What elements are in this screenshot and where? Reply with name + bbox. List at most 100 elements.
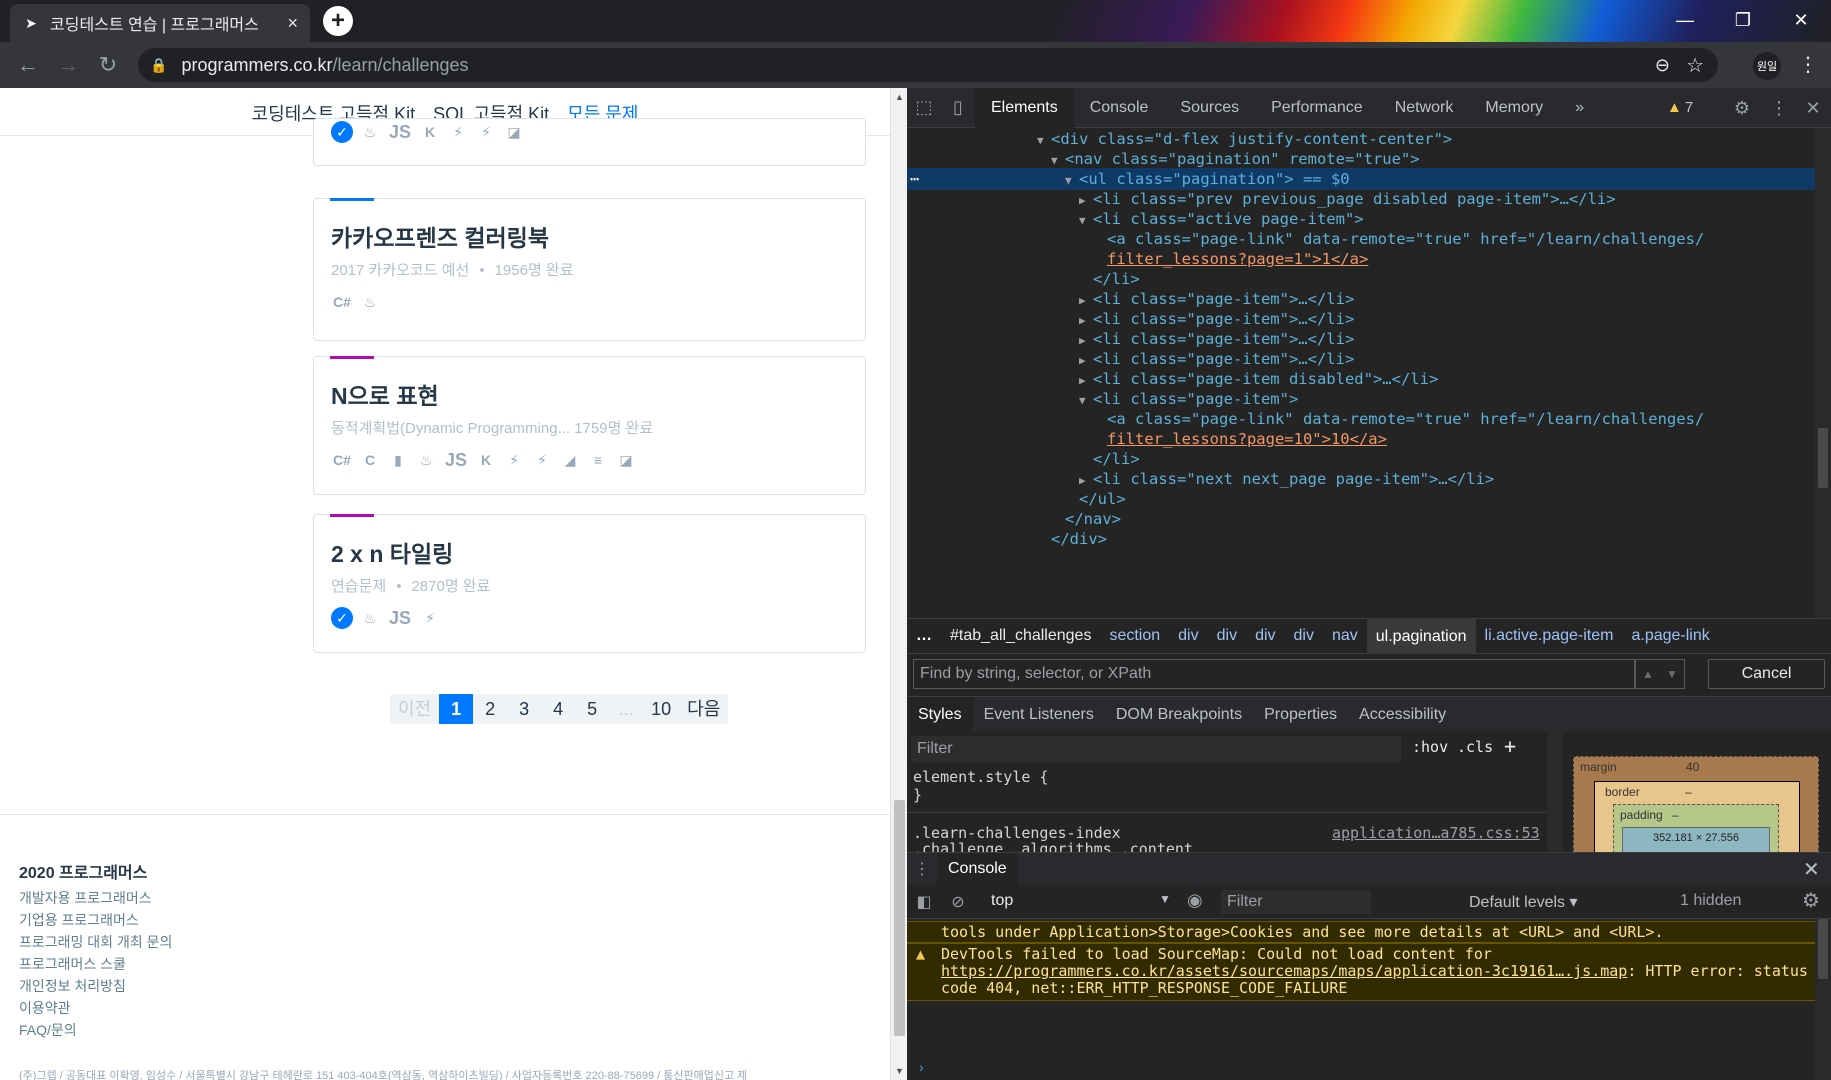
new-tab-button[interactable]: + — [323, 6, 353, 36]
pagination-page-4[interactable]: 4 — [541, 694, 575, 724]
dom-node[interactable]: ▼ <li class="active page-item"> — [1079, 208, 1364, 230]
footer-link[interactable]: 기업용 프로그래머스 — [19, 909, 172, 931]
challenge-title[interactable]: 2 x n 타일링 — [331, 535, 453, 569]
warnings-counter[interactable]: ▲ 7 — [1667, 88, 1693, 128]
device-toolbar-icon[interactable]: ▯ — [941, 88, 975, 128]
scroll-up-icon[interactable]: ▲ — [895, 92, 904, 102]
scroll-down-icon[interactable]: ▼ — [895, 1066, 904, 1076]
dom-node[interactable]: </li> — [1093, 268, 1140, 290]
tab-event-listeners[interactable]: Event Listeners — [973, 697, 1105, 733]
tab-elements[interactable]: Elements — [975, 88, 1074, 128]
breadcrumb-item[interactable]: a.page-link — [1622, 627, 1718, 645]
breadcrumb-item[interactable]: div — [1169, 627, 1207, 645]
dom-node[interactable]: </nav> — [1065, 508, 1121, 530]
inspect-element-icon[interactable]: ⬚ — [907, 88, 941, 128]
console-prompt[interactable]: › — [919, 1059, 924, 1075]
tab-console[interactable]: Console — [1074, 88, 1165, 128]
element-style-rule[interactable]: element.style { — [913, 768, 1048, 786]
dom-node[interactable]: ▼ <div class="d-flex justify-content-cent… — [1037, 128, 1452, 150]
dom-node[interactable]: ▶ <li class="next next_page page-item">…<… — [1079, 468, 1494, 490]
profile-avatar[interactable]: 원일 — [1753, 52, 1781, 80]
sourcemap-link[interactable]: https://programmers.co.kr/assets/sourcem… — [941, 962, 1627, 980]
margin-value[interactable]: 40 — [1686, 760, 1699, 774]
pagination-page-1[interactable]: 1 — [439, 694, 474, 724]
drawer-close-icon[interactable]: ✕ — [1803, 857, 1820, 882]
footer-link[interactable]: 이용약관 — [19, 997, 172, 1019]
footer-link[interactable]: 프로그래머스 스쿨 — [19, 953, 172, 975]
console-scrollbar[interactable] — [1815, 919, 1831, 1080]
css-selector[interactable]: .challenge__algorithms .content — [913, 840, 1193, 852]
hover-state-toggle[interactable]: :hov — [1412, 738, 1448, 756]
devtools-close-icon[interactable]: ✕ — [1796, 88, 1830, 128]
pagination-page-5[interactable]: 5 — [575, 694, 609, 724]
breadcrumb-item[interactable]: li.active.page-item — [1476, 627, 1623, 645]
search-next-icon[interactable]: ▼ — [1666, 667, 1678, 681]
dom-search-input[interactable]: Find by string, selector, or XPath — [913, 659, 1635, 689]
tab-styles[interactable]: Styles — [907, 696, 973, 733]
breadcrumb-item[interactable]: section — [1100, 627, 1169, 645]
dom-node[interactable]: ▼ <li class="page-item"> — [1079, 388, 1298, 410]
dom-node[interactable]: ▶ <li class="page-item">…</li> — [1079, 308, 1354, 330]
tab-network[interactable]: Network — [1379, 88, 1470, 128]
page-scrollbar[interactable]: ▲ ▼ — [890, 88, 907, 1080]
node-actions-icon[interactable]: ⋯ — [910, 168, 919, 190]
address-bar[interactable]: 🔒 programmers.co.kr/learn/challenges ⊖ ☆ — [138, 48, 1718, 82]
forward-icon[interactable]: → — [54, 51, 82, 79]
dom-node[interactable]: ▶ <li class="prev previous_page disabled … — [1079, 188, 1616, 210]
dom-node[interactable]: ▶ <li class="page-item disabled">…</li> — [1079, 368, 1438, 390]
drawer-tab-console[interactable]: Console — [937, 853, 1018, 885]
pagination-page-3[interactable]: 3 — [507, 694, 541, 724]
footer-link[interactable]: FAQ/문의 — [19, 1019, 172, 1041]
more-tabs-icon[interactable]: » — [1559, 88, 1600, 128]
tab-accessibility[interactable]: Accessibility — [1348, 697, 1457, 733]
footer-link[interactable]: 개인정보 처리방침 — [19, 975, 172, 997]
css-source-link[interactable]: application…a785.css:53 — [1332, 824, 1540, 842]
dom-node-continued[interactable]: filter_lessons?page=1">1</a> — [1107, 248, 1368, 270]
styles-filter-input[interactable]: Filter — [911, 736, 1401, 762]
dom-node[interactable]: </div> — [1051, 528, 1107, 550]
challenge-title[interactable]: N으로 표현 — [331, 377, 439, 411]
dom-node[interactable]: ▶ <li class="page-item">…</li> — [1079, 328, 1354, 350]
dom-node[interactable]: </ul> — [1079, 488, 1126, 510]
breadcrumb-item[interactable]: div — [1208, 627, 1246, 645]
dom-node[interactable]: ▼ <nav class="pagination" remote="true"> — [1051, 148, 1420, 170]
challenge-card[interactable]: N으로 표현 동적계획법(Dynamic Programming... 1759… — [313, 356, 866, 495]
breadcrumb-item[interactable]: div — [1246, 627, 1284, 645]
class-toggle[interactable]: .cls — [1457, 738, 1493, 756]
settings-gear-icon[interactable]: ⚙ — [1725, 88, 1759, 128]
minimize-icon[interactable]: — — [1656, 0, 1714, 40]
dom-node[interactable]: ▶ <li class="page-item">…</li> — [1079, 288, 1354, 310]
live-expression-eye-icon[interactable]: ◉ — [1187, 890, 1203, 911]
back-icon[interactable]: ← — [14, 51, 42, 79]
breadcrumb-item[interactable]: #tab_all_challenges — [941, 627, 1100, 645]
restore-icon[interactable]: ❐ — [1714, 0, 1772, 40]
pagination-page-10[interactable]: 10 — [643, 694, 679, 724]
search-cancel-button[interactable]: Cancel — [1708, 659, 1825, 689]
challenge-card-partial[interactable]: ✓ ♨ JS K ⚡ ⚡ ◪ — [313, 118, 866, 166]
new-rule-icon[interactable]: + — [1504, 734, 1516, 758]
pagination-prev[interactable]: 이전 — [390, 694, 439, 724]
devtools-menu-icon[interactable]: ⋮ — [1762, 88, 1796, 128]
drawer-menu-icon[interactable]: ⋮ — [907, 859, 937, 879]
tab-dom-breakpoints[interactable]: DOM Breakpoints — [1105, 697, 1253, 733]
breadcrumb-item[interactable]: nav — [1323, 627, 1367, 645]
dom-node[interactable]: ▶ <li class="page-item">…</li> — [1079, 348, 1354, 370]
bookmark-star-icon[interactable]: ☆ — [1686, 53, 1704, 78]
browser-tab[interactable]: ➤ 코딩테스트 연습 | 프로그래머스 × — [10, 4, 310, 42]
tab-close-icon[interactable]: × — [287, 13, 298, 34]
breadcrumb-item[interactable]: div — [1285, 627, 1323, 645]
scrollbar-thumb[interactable] — [894, 800, 905, 1036]
log-levels-dropdown[interactable]: Default levels ▾ — [1469, 892, 1578, 912]
zoom-icon[interactable]: ⊖ — [1655, 55, 1670, 76]
console-settings-icon[interactable]: ⚙ — [1802, 888, 1820, 913]
dom-node[interactable]: </li> — [1093, 448, 1140, 470]
footer-link[interactable]: 프로그래밍 대회 개최 문의 — [19, 931, 172, 953]
challenge-card[interactable]: 카카오프렌즈 컬러링북 2017 카카오코드 예선 • 1956명 완료 C# ♨ — [313, 198, 866, 341]
pagination-page-2[interactable]: 2 — [473, 694, 507, 724]
window-close-icon[interactable]: ✕ — [1772, 0, 1830, 40]
tab-memory[interactable]: Memory — [1469, 88, 1559, 128]
tab-sources[interactable]: Sources — [1164, 88, 1255, 128]
context-selector[interactable]: top ▼ — [991, 892, 1171, 910]
sidebar-toggle-icon[interactable]: ◧ — [907, 892, 941, 912]
breadcrumb-item-current[interactable]: ul.pagination — [1366, 618, 1476, 654]
